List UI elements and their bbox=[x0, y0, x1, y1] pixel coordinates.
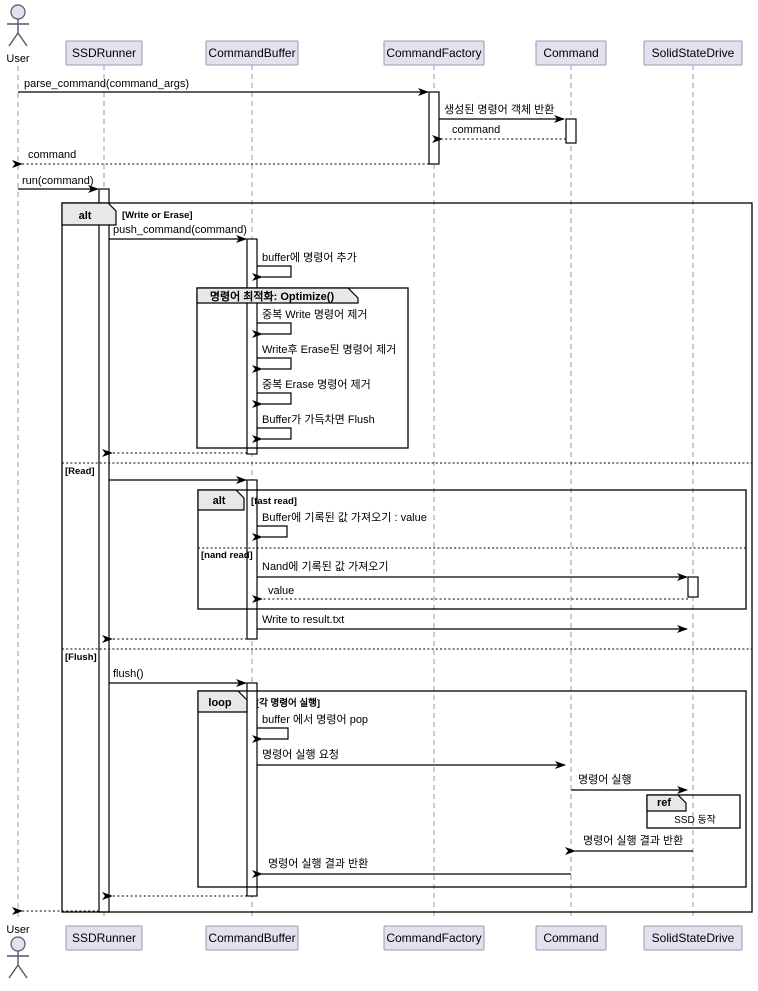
message-label-fast-read-value: Buffer에 기록된 값 가져오기 : value bbox=[262, 511, 427, 524]
lifeline-footer-label-command: Command bbox=[543, 931, 598, 945]
message-label-optimize-dup-write: 중복 Write 명령어 제거 bbox=[262, 308, 367, 321]
lifeline-label-solidstatedrive: SolidStateDrive bbox=[652, 46, 735, 60]
actor-head-icon-bottom bbox=[10, 936, 26, 952]
message-label-create-command-object: 생성된 명령어 객체 반환 bbox=[444, 103, 554, 116]
message-label-optimize-dup-erase: 중복 Erase 명령어 제거 bbox=[262, 378, 371, 391]
fragment-read-alt-condition-1: [nand read] bbox=[201, 550, 253, 561]
fragment-read-alt-operator: alt bbox=[213, 495, 226, 507]
actor-label-bottom: User bbox=[6, 924, 30, 936]
message-label-optimize-write-then-erase: Write후 Erase된 명령어 제거 bbox=[262, 343, 396, 356]
lifeline-footer-label-commandfactory: CommandFactory bbox=[386, 931, 481, 945]
message-label-parse-command: parse_command(command_args) bbox=[24, 78, 189, 90]
lifeline-footer-command[interactable]: Command bbox=[535, 925, 607, 951]
message-label-exec-request: 명령어 실행 요청 bbox=[262, 748, 339, 761]
fragment-outer-alt-condition-0: [Write or Erase] bbox=[122, 210, 193, 221]
lifeline-footer-ssdrunner[interactable]: SSDRunner bbox=[65, 925, 143, 951]
lifeline-label-commandfactory: CommandFactory bbox=[386, 46, 481, 60]
lifeline-footer-commandfactory[interactable]: CommandFactory bbox=[383, 925, 485, 951]
lifeline-footer-solidstatedrive[interactable]: SolidStateDrive bbox=[643, 925, 743, 951]
message-label-nand-read-return: value bbox=[268, 585, 294, 597]
sequence-diagram-canvas: User SSDRunner CommandBuffer CommandFact… bbox=[0, 0, 758, 991]
message-label-buffer-add: buffer에 명령어 추가 bbox=[262, 251, 357, 264]
message-label-run-command: run(command) bbox=[22, 175, 94, 187]
message-label-optimize-flush-full: Buffer가 가득차면 Flush bbox=[262, 413, 375, 426]
fragment-outer-alt-condition-2: [Flush] bbox=[65, 652, 97, 663]
message-label-exec-command: 명령어 실행 bbox=[578, 773, 632, 786]
lifeline-header-commandbuffer[interactable]: CommandBuffer bbox=[205, 40, 299, 66]
fragment-optimize-operator: 명령어 최적화: Optimize() bbox=[210, 289, 335, 303]
message-label-push-command: push_command(command) bbox=[113, 224, 247, 236]
lifeline-footer-label-solidstatedrive: SolidStateDrive bbox=[652, 931, 735, 945]
lifeline-header-solidstatedrive[interactable]: SolidStateDrive bbox=[643, 40, 743, 66]
fragment-flush-loop-condition-0: [각 명령어 실행] bbox=[256, 697, 320, 709]
message-label-exec-result-return-buffer: 명령어 실행 결과 반환 bbox=[268, 857, 368, 870]
message-label-nand-read-value: Nand에 기록된 값 가져오기 bbox=[262, 560, 389, 573]
fragment-read-alt-condition-0: [fast read] bbox=[251, 496, 297, 507]
fragment-ssd-ref-operator: ref bbox=[657, 797, 671, 809]
message-label-write-result: Write to result.txt bbox=[262, 614, 344, 626]
fragment-outer-alt-operator: alt bbox=[79, 210, 92, 222]
lifeline-header-commandfactory[interactable]: CommandFactory bbox=[383, 40, 485, 66]
lifeline-label-commandbuffer: CommandBuffer bbox=[208, 46, 295, 60]
message-run-command: run(command) bbox=[18, 175, 99, 193]
message-label-command-return-factory: command bbox=[452, 124, 500, 136]
lifeline-label-command: Command bbox=[543, 46, 598, 60]
message-label-command-return-user: command bbox=[28, 149, 76, 161]
activation-commandbuffer-write bbox=[246, 238, 258, 455]
fragment-outer-alt-condition-1: [Read] bbox=[65, 466, 95, 477]
lifeline-header-command[interactable]: Command bbox=[535, 40, 607, 66]
lifeline-label-ssdrunner: SSDRunner bbox=[72, 46, 136, 60]
lifeline-footer-label-ssdrunner: SSDRunner bbox=[72, 931, 136, 945]
fragment-flush-loop-operator: loop bbox=[208, 697, 231, 709]
lifeline-header-ssdrunner[interactable]: SSDRunner bbox=[65, 40, 143, 66]
fragment-ssd-ref-body: SSD 동작 bbox=[674, 814, 716, 826]
message-label-flush-call: flush() bbox=[113, 668, 144, 680]
activation-commandfactory-1 bbox=[428, 91, 440, 165]
activation-commandbuffer-flush bbox=[246, 682, 258, 897]
lifeline-footer-commandbuffer[interactable]: CommandBuffer bbox=[205, 925, 299, 951]
lifeline-footer-label-commandbuffer: CommandBuffer bbox=[208, 931, 295, 945]
activation-ssd-read bbox=[687, 576, 699, 598]
actor-label-top: User bbox=[6, 53, 30, 65]
activation-ssdrunner-main bbox=[98, 188, 110, 913]
message-label-exec-result-return-cmd: 명령어 실행 결과 반환 bbox=[583, 834, 683, 847]
activation-command-1 bbox=[565, 118, 577, 144]
actor-head-icon bbox=[10, 4, 26, 20]
message-label-buffer-pop: buffer 에서 명령어 pop bbox=[262, 713, 368, 726]
